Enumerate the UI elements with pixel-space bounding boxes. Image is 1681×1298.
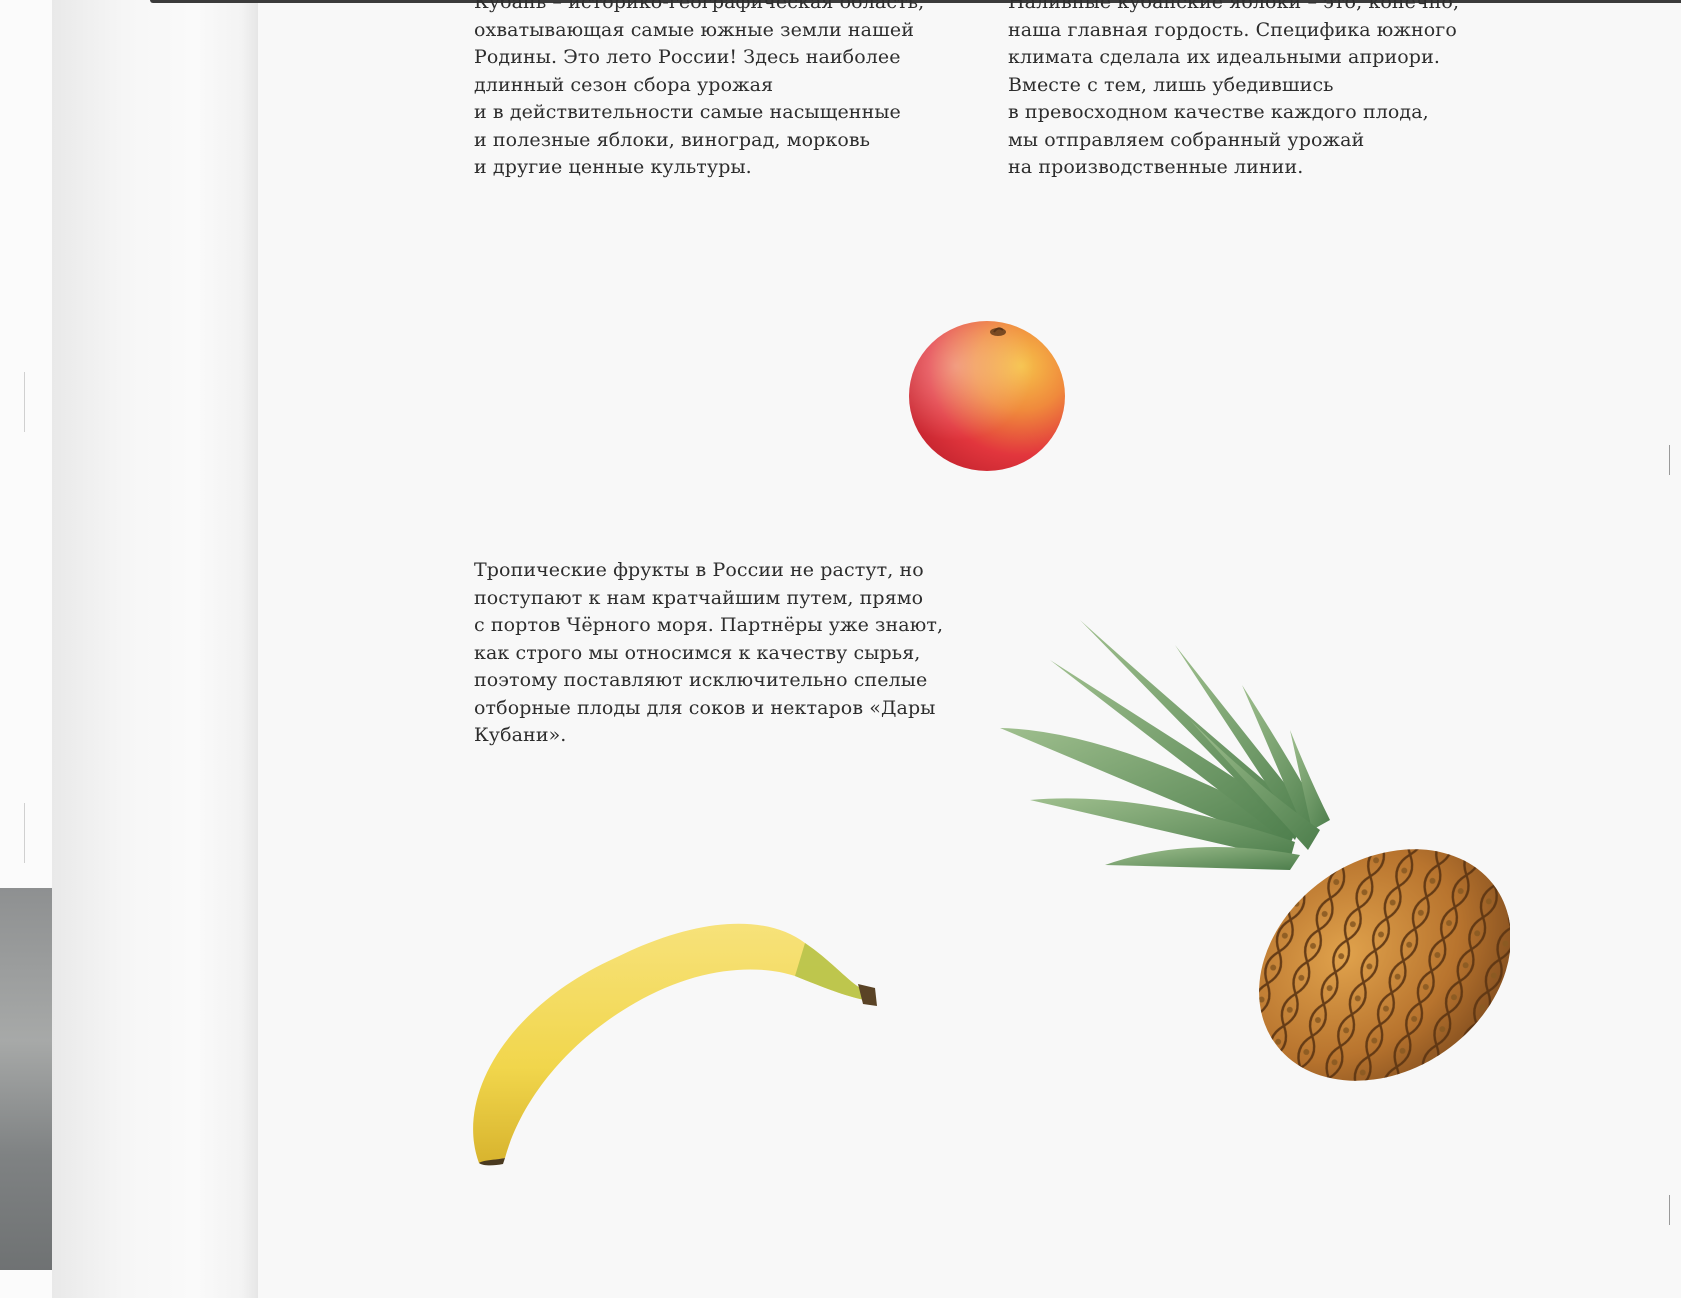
previous-page[interactable]: ​: [0, 0, 52, 1298]
magazine-viewer: ​ Кубань – историко-географическая облас…: [0, 0, 1681, 1298]
previous-page-photo: [0, 888, 52, 1270]
left-page-rule-top: [24, 372, 25, 432]
apple-image: [909, 321, 1065, 471]
article-paragraph-kuban: Кубань – историко-географическая область…: [474, 0, 925, 178]
banana-image: [473, 923, 877, 1166]
article-paragraph-tropical: Тропические фрукты в России не растут, н…: [474, 559, 944, 746]
pineapple-image: [1000, 620, 1510, 1081]
left-page-rule-bottom: [24, 803, 25, 863]
side-rule-bottom: [1669, 1195, 1670, 1225]
page-gutter-shadow: [52, 0, 258, 1298]
side-rule-top: [1669, 445, 1670, 475]
article-paragraph-apples: Наливные кубанские яблоки – это, конечно…: [1008, 0, 1460, 178]
